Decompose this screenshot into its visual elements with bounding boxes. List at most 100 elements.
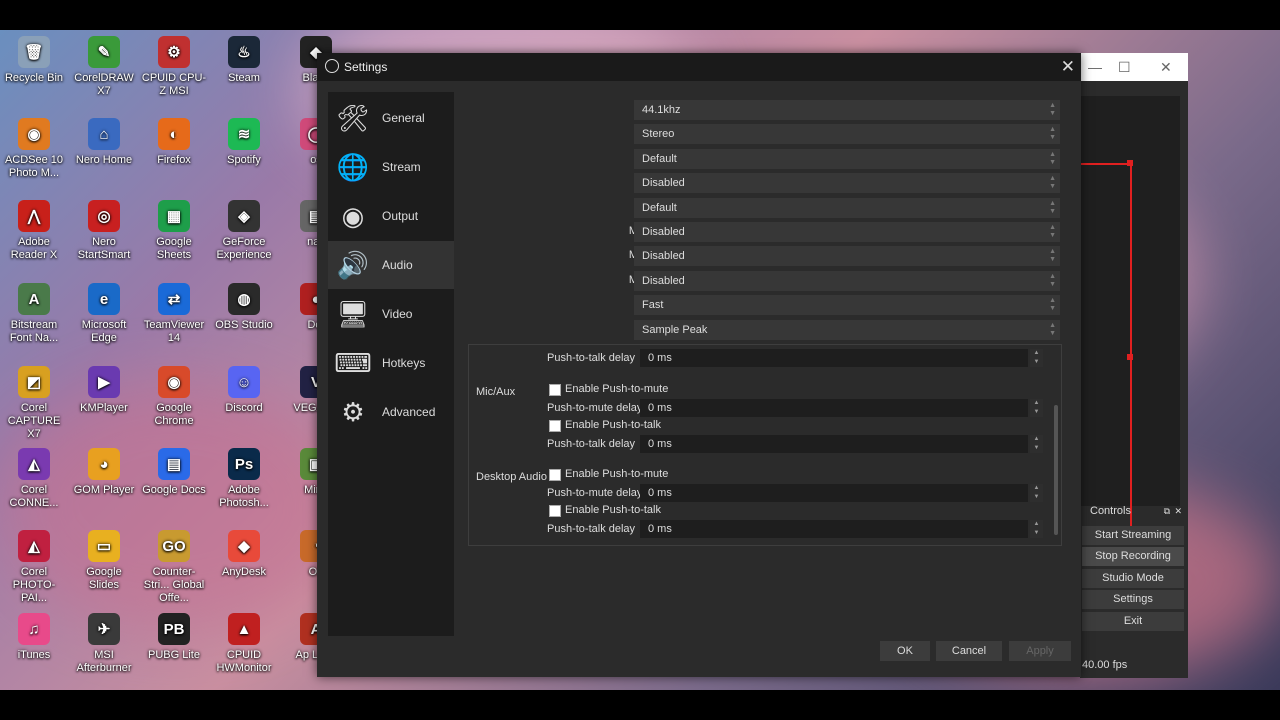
sidebar-item-advanced[interactable]: ⚙ Advanced (328, 388, 454, 436)
stop-recording-button[interactable]: Stop Recording (1082, 547, 1184, 566)
spinner-arrows-icon[interactable]: ▲ ▼ (1030, 435, 1043, 453)
setting-dropdown[interactable]: Default ▲ ▼ (634, 197, 1060, 218)
desktop-icon[interactable]: PB PUBG Lite (140, 613, 208, 662)
desktop-icon[interactable]: ☺ Discord (210, 366, 278, 415)
hotkeys-scrollbar[interactable] (1054, 405, 1058, 535)
dock-float-icon[interactable]: ⧉ (1164, 501, 1170, 521)
setting-dropdown[interactable]: Sample Peak ▲ ▼ (634, 319, 1060, 340)
push-to-mute-delay-input[interactable]: 0 ms (640, 484, 1028, 502)
desktop-icon[interactable]: ♨ Steam (210, 36, 278, 85)
desktop-icon-label: TeamViewer 14 (143, 319, 205, 344)
advanced-gears-icon: ⚙ (341, 396, 365, 427)
maximize-icon[interactable]: ☐ (1118, 59, 1131, 76)
desktop-icon[interactable]: ◎ Nero StartSmart (70, 200, 138, 262)
checkbox-icon[interactable] (549, 505, 561, 517)
checkbox-icon[interactable] (549, 469, 561, 481)
studio-mode-button[interactable]: Studio Mode (1082, 569, 1184, 588)
cancel-button[interactable]: Cancel (936, 641, 1002, 661)
sidebar-item-hotkeys[interactable]: ⌨ Hotkeys (328, 339, 454, 387)
settings-button[interactable]: Settings (1082, 590, 1184, 609)
desktop-icon-label: PUBG Lite (148, 649, 200, 661)
desktop-icon[interactable]: ⋀ Adobe Reader X (0, 200, 68, 262)
desktop-icon[interactable]: ◉ ACDSee 10 Photo M... (0, 118, 68, 180)
desktop-icon-label: OBS Studio (215, 319, 273, 331)
desktop-icon[interactable]: ◕ GOM Player (70, 448, 138, 497)
ok-button[interactable]: OK (880, 641, 930, 661)
setting-dropdown[interactable]: Disabled ▲ ▼ (634, 270, 1060, 291)
spinner-arrows-icon[interactable]: ▲ ▼ (1030, 399, 1043, 417)
sidebar-item-label: Hotkeys (382, 356, 426, 370)
checkbox-icon[interactable] (549, 420, 561, 432)
setting-dropdown[interactable]: Disabled ▲ ▼ (634, 222, 1060, 242)
dropdown-arrows-icon: ▲ ▼ (1049, 102, 1056, 117)
start-streaming-button[interactable]: Start Streaming (1082, 526, 1184, 545)
desktop-icon-label: Nero Home (75, 154, 133, 166)
spinner-arrows-icon[interactable]: ▲ ▼ (1030, 349, 1043, 367)
desktop-icon-label: Recycle Bin (4, 72, 64, 84)
controls-dock-title: Controls ⧉ ✕ (1082, 501, 1186, 521)
checkbox-label: Enable Push-to-talk (565, 504, 661, 516)
dock-close-icon[interactable]: ✕ (1174, 501, 1182, 521)
desktop-icon[interactable]: ▶ KMPlayer (70, 366, 138, 415)
desktop-icon[interactable]: e Microsoft Edge (70, 283, 138, 345)
setting-dropdown[interactable]: Fast ▲ ▼ (634, 295, 1060, 316)
spinner-arrows-icon[interactable]: ▲ ▼ (1030, 520, 1043, 538)
app-icon: ◉ (158, 366, 190, 398)
apply-button[interactable]: Apply (1009, 641, 1071, 661)
desktop-icon[interactable]: ▦ Google Sheets (140, 200, 208, 262)
close-icon[interactable]: ✕ (1160, 59, 1172, 76)
setting-dropdown[interactable]: Disabled ▲ ▼ (634, 246, 1060, 267)
setting-dropdown[interactable]: 44.1khz ▲ ▼ (634, 100, 1060, 120)
desktop-icon[interactable]: ◍ OBS Studio (210, 283, 278, 332)
desktop-icon[interactable]: A Bitstream Font Na... (0, 283, 68, 345)
app-icon: ◍ (228, 283, 260, 315)
dropdown-arrows-icon: ▲ ▼ (1049, 150, 1056, 166)
push-to-mute-delay-input[interactable]: 0 ms (640, 399, 1028, 417)
desktop-icon[interactable]: 🗑 Recycle Bin (0, 36, 68, 85)
sidebar-item-general[interactable]: 🛠 General (328, 94, 454, 142)
desktop-icon[interactable]: ◉ Google Chrome (140, 366, 208, 428)
desktop-icon-label: MSI Afterburner (76, 649, 132, 674)
exit-button[interactable]: Exit (1082, 612, 1184, 631)
checkbox-icon[interactable] (549, 384, 561, 396)
desktop-icon[interactable]: GO Counter-Stri... Global Offe... (140, 530, 208, 605)
desktop-icon[interactable]: ⌂ Nero Home (70, 118, 138, 167)
desktop-icon[interactable]: ◭ Corel CONNE... (0, 448, 68, 510)
setting-dropdown[interactable]: Stereo ▲ ▼ (634, 124, 1060, 145)
desktop-icon[interactable]: Ps Adobe Photosh... (210, 448, 278, 510)
desktop-icon[interactable]: ◩ Corel CAPTURE X7 (0, 366, 68, 441)
desktop-icon[interactable]: ▲ CPUID HWMonitor (210, 613, 278, 675)
desktop-icon[interactable]: ▭ Google Slides (70, 530, 138, 592)
resize-handle-icon[interactable] (1127, 354, 1133, 360)
push-to-talk-delay-input[interactable]: 0 ms (640, 520, 1028, 538)
desktop-icon[interactable]: ✈ MSI Afterburner (70, 613, 138, 675)
setting-dropdown[interactable]: Default ▲ ▼ (634, 148, 1060, 169)
push-to-talk-delay-input[interactable]: 0 ms (640, 435, 1028, 453)
minimize-icon[interactable]: — (1088, 59, 1102, 75)
desktop-icon-label: Discord (225, 402, 263, 414)
sidebar-item-stream[interactable]: 🌐 Stream (328, 143, 454, 191)
sidebar-item-output[interactable]: ◉ Output (328, 192, 454, 240)
sidebar-item-video[interactable]: 🖥 Video (328, 290, 454, 338)
close-icon[interactable]: ✕ (1061, 53, 1075, 81)
desktop-icon[interactable]: ♫ iTunes (0, 613, 68, 662)
desktop-icon[interactable]: ◈ GeForce Experience (210, 200, 278, 262)
desktop-icon[interactable]: ◆ AnyDesk (210, 530, 278, 579)
setting-dropdown[interactable]: Disabled ▲ ▼ (634, 173, 1060, 194)
desktop-icon[interactable]: ⇄ TeamViewer 14 (140, 283, 208, 345)
sidebar-item-audio[interactable]: 🔊 Audio (328, 241, 454, 289)
desktop-icon[interactable]: ⚙ CPUID CPU-Z MSI (140, 36, 208, 98)
dropdown-value: 44.1khz (642, 104, 681, 116)
resize-handle-icon[interactable] (1127, 160, 1133, 166)
desktop-icon[interactable]: ◭ Corel PHOTO-PAI... (0, 530, 68, 605)
spinner-arrows-icon[interactable]: ▲ ▼ (1030, 484, 1043, 502)
source-bounding-box-top (1080, 163, 1132, 165)
obs-preview-canvas[interactable] (1080, 96, 1180, 529)
desktop-icon[interactable]: ◐ Firefox (140, 118, 208, 167)
desktop-icon-label: Corel PHOTO-PAI... (12, 566, 56, 604)
desktop-icon[interactable]: ≋ Spotify (210, 118, 278, 167)
push-to-talk-delay-input[interactable]: 0 ms (640, 349, 1028, 367)
app-icon: ▤ (158, 448, 190, 480)
desktop-icon[interactable]: ✎ CorelDRAW X7 (70, 36, 138, 98)
desktop-icon[interactable]: ▤ Google Docs (140, 448, 208, 497)
